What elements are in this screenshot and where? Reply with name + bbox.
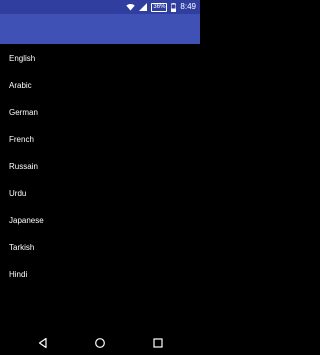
- status-bar: 36% 8:49: [0, 0, 200, 14]
- signal-icon: [139, 3, 148, 11]
- language-item-german[interactable]: German: [0, 98, 200, 125]
- status-icons: 36% 8:49: [126, 0, 196, 14]
- navigation-bar: [0, 332, 200, 355]
- language-item-hindi[interactable]: Hindi: [0, 260, 200, 287]
- language-item-russain[interactable]: Russain: [0, 152, 200, 179]
- recents-icon[interactable]: [152, 337, 164, 349]
- battery-icon: [171, 2, 177, 12]
- phone-screen: 36% 8:49 English Arabic German French Ru…: [0, 0, 200, 355]
- language-list: English Arabic German French Russain Urd…: [0, 44, 200, 287]
- wifi-icon: [126, 3, 136, 11]
- language-item-french[interactable]: French: [0, 125, 200, 152]
- language-item-urdu[interactable]: Urdu: [0, 179, 200, 206]
- app-bar: [0, 14, 200, 44]
- back-icon[interactable]: [37, 337, 49, 349]
- clock: 8:49: [180, 2, 196, 11]
- language-item-japanese[interactable]: Japanese: [0, 206, 200, 233]
- home-icon[interactable]: [94, 337, 106, 349]
- language-item-arabic[interactable]: Arabic: [0, 71, 200, 98]
- language-item-tarkish[interactable]: Tarkish: [0, 233, 200, 260]
- battery-percent-badge: 36%: [151, 2, 168, 12]
- language-item-english[interactable]: English: [0, 44, 200, 71]
